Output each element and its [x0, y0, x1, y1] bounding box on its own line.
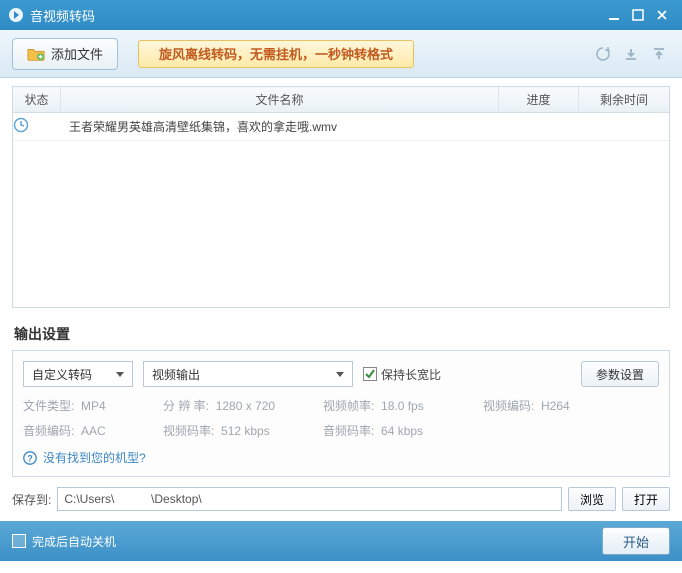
- open-button[interactable]: 打开: [622, 487, 670, 511]
- file-list: 状态 文件名称 进度 剩余时间 王者荣耀男英雄高清壁纸集锦，喜欢的拿走哦.wmv: [12, 86, 670, 308]
- save-row: 保存到: 浏览 打开: [12, 487, 670, 511]
- maximize-button[interactable]: [626, 6, 650, 24]
- toolbar: 添加文件 旋风离线转码，无需挂机，一秒钟转格式: [0, 30, 682, 78]
- minimize-button[interactable]: [602, 6, 626, 24]
- window-title: 音视频转码: [30, 6, 95, 25]
- col-remain[interactable]: 剩余时间: [579, 87, 669, 112]
- upload-icon[interactable]: [648, 43, 670, 65]
- list-row[interactable]: 王者荣耀男英雄高清壁纸集锦，喜欢的拿走哦.wmv: [13, 113, 669, 141]
- app-icon: [8, 7, 24, 23]
- footer: 完成后自动关机 开始: [0, 521, 682, 561]
- refresh-icon[interactable]: [592, 43, 614, 65]
- add-file-button[interactable]: 添加文件: [12, 38, 118, 70]
- titlebar: 音视频转码: [0, 0, 682, 30]
- col-status[interactable]: 状态: [13, 87, 61, 112]
- chevron-down-icon: [116, 372, 124, 377]
- preset-value: 自定义转码: [32, 366, 92, 383]
- row-filename: 王者荣耀男英雄高清壁纸集锦，喜欢的拿走哦.wmv: [61, 118, 499, 135]
- question-icon: ?: [23, 451, 37, 465]
- add-file-label: 添加文件: [51, 44, 103, 63]
- output-panel: 自定义转码 视频输出 保持长宽比 参数设置 文件类型: MP4 分 辨 率: 1…: [12, 350, 670, 477]
- shutdown-label: 完成后自动关机: [32, 533, 116, 550]
- download-icon[interactable]: [620, 43, 642, 65]
- output-section-title: 输出设置: [0, 316, 682, 350]
- help-link[interactable]: ? 没有找到您的机型?: [23, 449, 659, 466]
- promo-banner[interactable]: 旋风离线转码，无需挂机，一秒钟转格式: [138, 40, 414, 68]
- close-button[interactable]: [650, 6, 674, 24]
- save-path-input[interactable]: [57, 487, 562, 511]
- output-info: 文件类型: MP4 分 辨 率: 1280 x 720 视频帧率: 18.0 f…: [23, 397, 659, 439]
- help-text: 没有找到您的机型?: [43, 449, 146, 466]
- col-filename[interactable]: 文件名称: [61, 87, 499, 112]
- row-status: [13, 117, 61, 136]
- list-header: 状态 文件名称 进度 剩余时间: [13, 87, 669, 113]
- keep-ratio-checkbox[interactable]: 保持长宽比: [363, 366, 441, 383]
- start-button[interactable]: 开始: [602, 527, 670, 555]
- browse-button[interactable]: 浏览: [568, 487, 616, 511]
- clock-icon: [13, 117, 29, 133]
- checkbox-icon: [363, 367, 377, 381]
- param-settings-button[interactable]: 参数设置: [581, 361, 659, 387]
- preset-select[interactable]: 自定义转码: [23, 361, 133, 387]
- chevron-down-icon: [336, 372, 344, 377]
- video-output-value: 视频输出: [152, 366, 200, 383]
- svg-text:?: ?: [27, 453, 33, 463]
- folder-add-icon: [27, 46, 45, 62]
- shutdown-checkbox[interactable]: [12, 534, 26, 548]
- keep-ratio-label: 保持长宽比: [381, 366, 441, 383]
- col-progress[interactable]: 进度: [499, 87, 579, 112]
- video-output-select[interactable]: 视频输出: [143, 361, 353, 387]
- banner-text: 旋风离线转码，无需挂机，一秒钟转格式: [159, 44, 393, 63]
- save-label: 保存到:: [12, 491, 51, 508]
